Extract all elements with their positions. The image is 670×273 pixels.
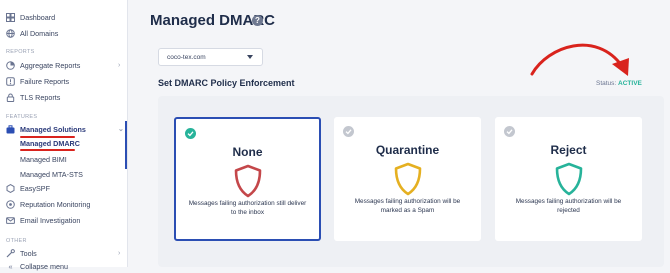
policy-card-description: Messages failing authorization still del… <box>188 200 307 216</box>
status-badge: ACTIVE <box>618 80 642 87</box>
dashboard-icon <box>6 12 15 22</box>
policy-card-title: Quarantine <box>375 143 440 157</box>
sidebar-item-managed-solutions[interactable]: Managed Solutions ⌄ <box>6 122 124 136</box>
domain-select-value: coco-tex.com <box>167 53 206 61</box>
shield-icon <box>394 162 421 196</box>
sidebar-item-reputation-monitoring[interactable]: Reputation Monitoring <box>6 197 90 211</box>
sidebar-item-label: Collapse menu <box>20 261 68 271</box>
check-icon <box>185 128 196 139</box>
tools-icon <box>6 248 15 258</box>
sidebar: Dashboard All Domains REPORTS Aggregate … <box>0 0 128 271</box>
section-label-features: FEATURES <box>6 114 38 120</box>
collapse-menu-button[interactable]: « Collapse menu <box>6 259 68 273</box>
policy-card-quarantine[interactable]: Quarantine Messages failing authorizatio… <box>334 117 481 241</box>
sidebar-item-failure-reports[interactable]: Failure Reports <box>6 74 69 88</box>
sidebar-item-easyspf[interactable]: EasySPF <box>6 181 50 195</box>
policy-card-description: Messages failing authorization will be m… <box>354 198 461 214</box>
policy-card-reject[interactable]: Reject Messages failing authorization wi… <box>495 117 642 241</box>
sidebar-item-all-domains[interactable]: All Domains <box>6 26 58 40</box>
sidebar-item-aggregate-reports[interactable]: Aggregate Reports › <box>6 58 120 72</box>
policy-card-none[interactable]: None Messages failing authorization stil… <box>174 117 321 241</box>
sidebar-item-email-investigation[interactable]: Email Investigation <box>6 213 80 227</box>
annotation-underline <box>20 149 75 151</box>
sidebar-item-label: EasySPF <box>20 183 50 193</box>
chart-icon <box>6 60 15 70</box>
help-icon[interactable]: ? <box>252 15 263 26</box>
globe-icon <box>6 28 15 38</box>
sidebar-item-label: Email Investigation <box>20 215 81 225</box>
section-label-reports: REPORTS <box>6 49 35 55</box>
domain-select[interactable]: coco-tex.com <box>158 48 263 66</box>
sidebar-item-managed-bimi[interactable]: Managed BIMI <box>20 155 67 164</box>
policy-card-description: Messages failing authorization will be r… <box>515 198 622 214</box>
policy-status: Status: ACTIVE <box>596 80 642 87</box>
section-label-other: OTHER <box>6 238 27 244</box>
mail-icon <box>6 216 15 225</box>
alert-icon <box>6 76 15 86</box>
sidebar-item-label: Managed Solutions <box>20 124 86 134</box>
sidebar-item-managed-dmarc[interactable]: Managed DMARC <box>20 139 80 148</box>
shield-icon <box>555 162 582 196</box>
sidebar-item-dashboard[interactable]: Dashboard <box>6 10 55 24</box>
policy-card-title: Reject <box>550 143 587 157</box>
sidebar-item-managed-mta-sts[interactable]: Managed MTA-STS <box>20 170 83 179</box>
sidebar-item-label: TLS Reports <box>20 92 61 102</box>
spf-icon <box>6 183 15 193</box>
policy-section-title: Set DMARC Policy Enforcement <box>158 78 295 88</box>
sidebar-item-label: Reputation Monitoring <box>20 199 91 209</box>
active-indicator <box>125 121 127 169</box>
check-icon <box>504 126 515 137</box>
sidebar-item-label: Tools <box>20 248 37 258</box>
lock-icon <box>6 93 15 102</box>
sidebar-item-tls-reports[interactable]: TLS Reports <box>6 90 60 104</box>
chevron-right-icon: › <box>118 249 121 257</box>
caret-down-icon <box>247 55 253 59</box>
sidebar-item-label: Aggregate Reports <box>20 60 81 70</box>
policy-card-title: None <box>232 145 263 159</box>
sidebar-item-label: Dashboard <box>20 12 56 22</box>
reputation-icon <box>6 199 15 209</box>
sidebar-item-label: Failure Reports <box>20 76 70 86</box>
briefcase-icon <box>6 124 15 134</box>
chevron-right-icon: › <box>118 61 121 69</box>
sidebar-item-tools[interactable]: Tools › <box>6 246 120 260</box>
shield-icon <box>234 164 261 198</box>
annotation-underline <box>20 136 75 138</box>
status-label: Status: <box>596 80 617 87</box>
collapse-icon: « <box>8 261 13 271</box>
chevron-down-icon: ⌄ <box>118 126 124 133</box>
check-icon <box>343 126 354 137</box>
sidebar-item-label: All Domains <box>20 28 59 38</box>
